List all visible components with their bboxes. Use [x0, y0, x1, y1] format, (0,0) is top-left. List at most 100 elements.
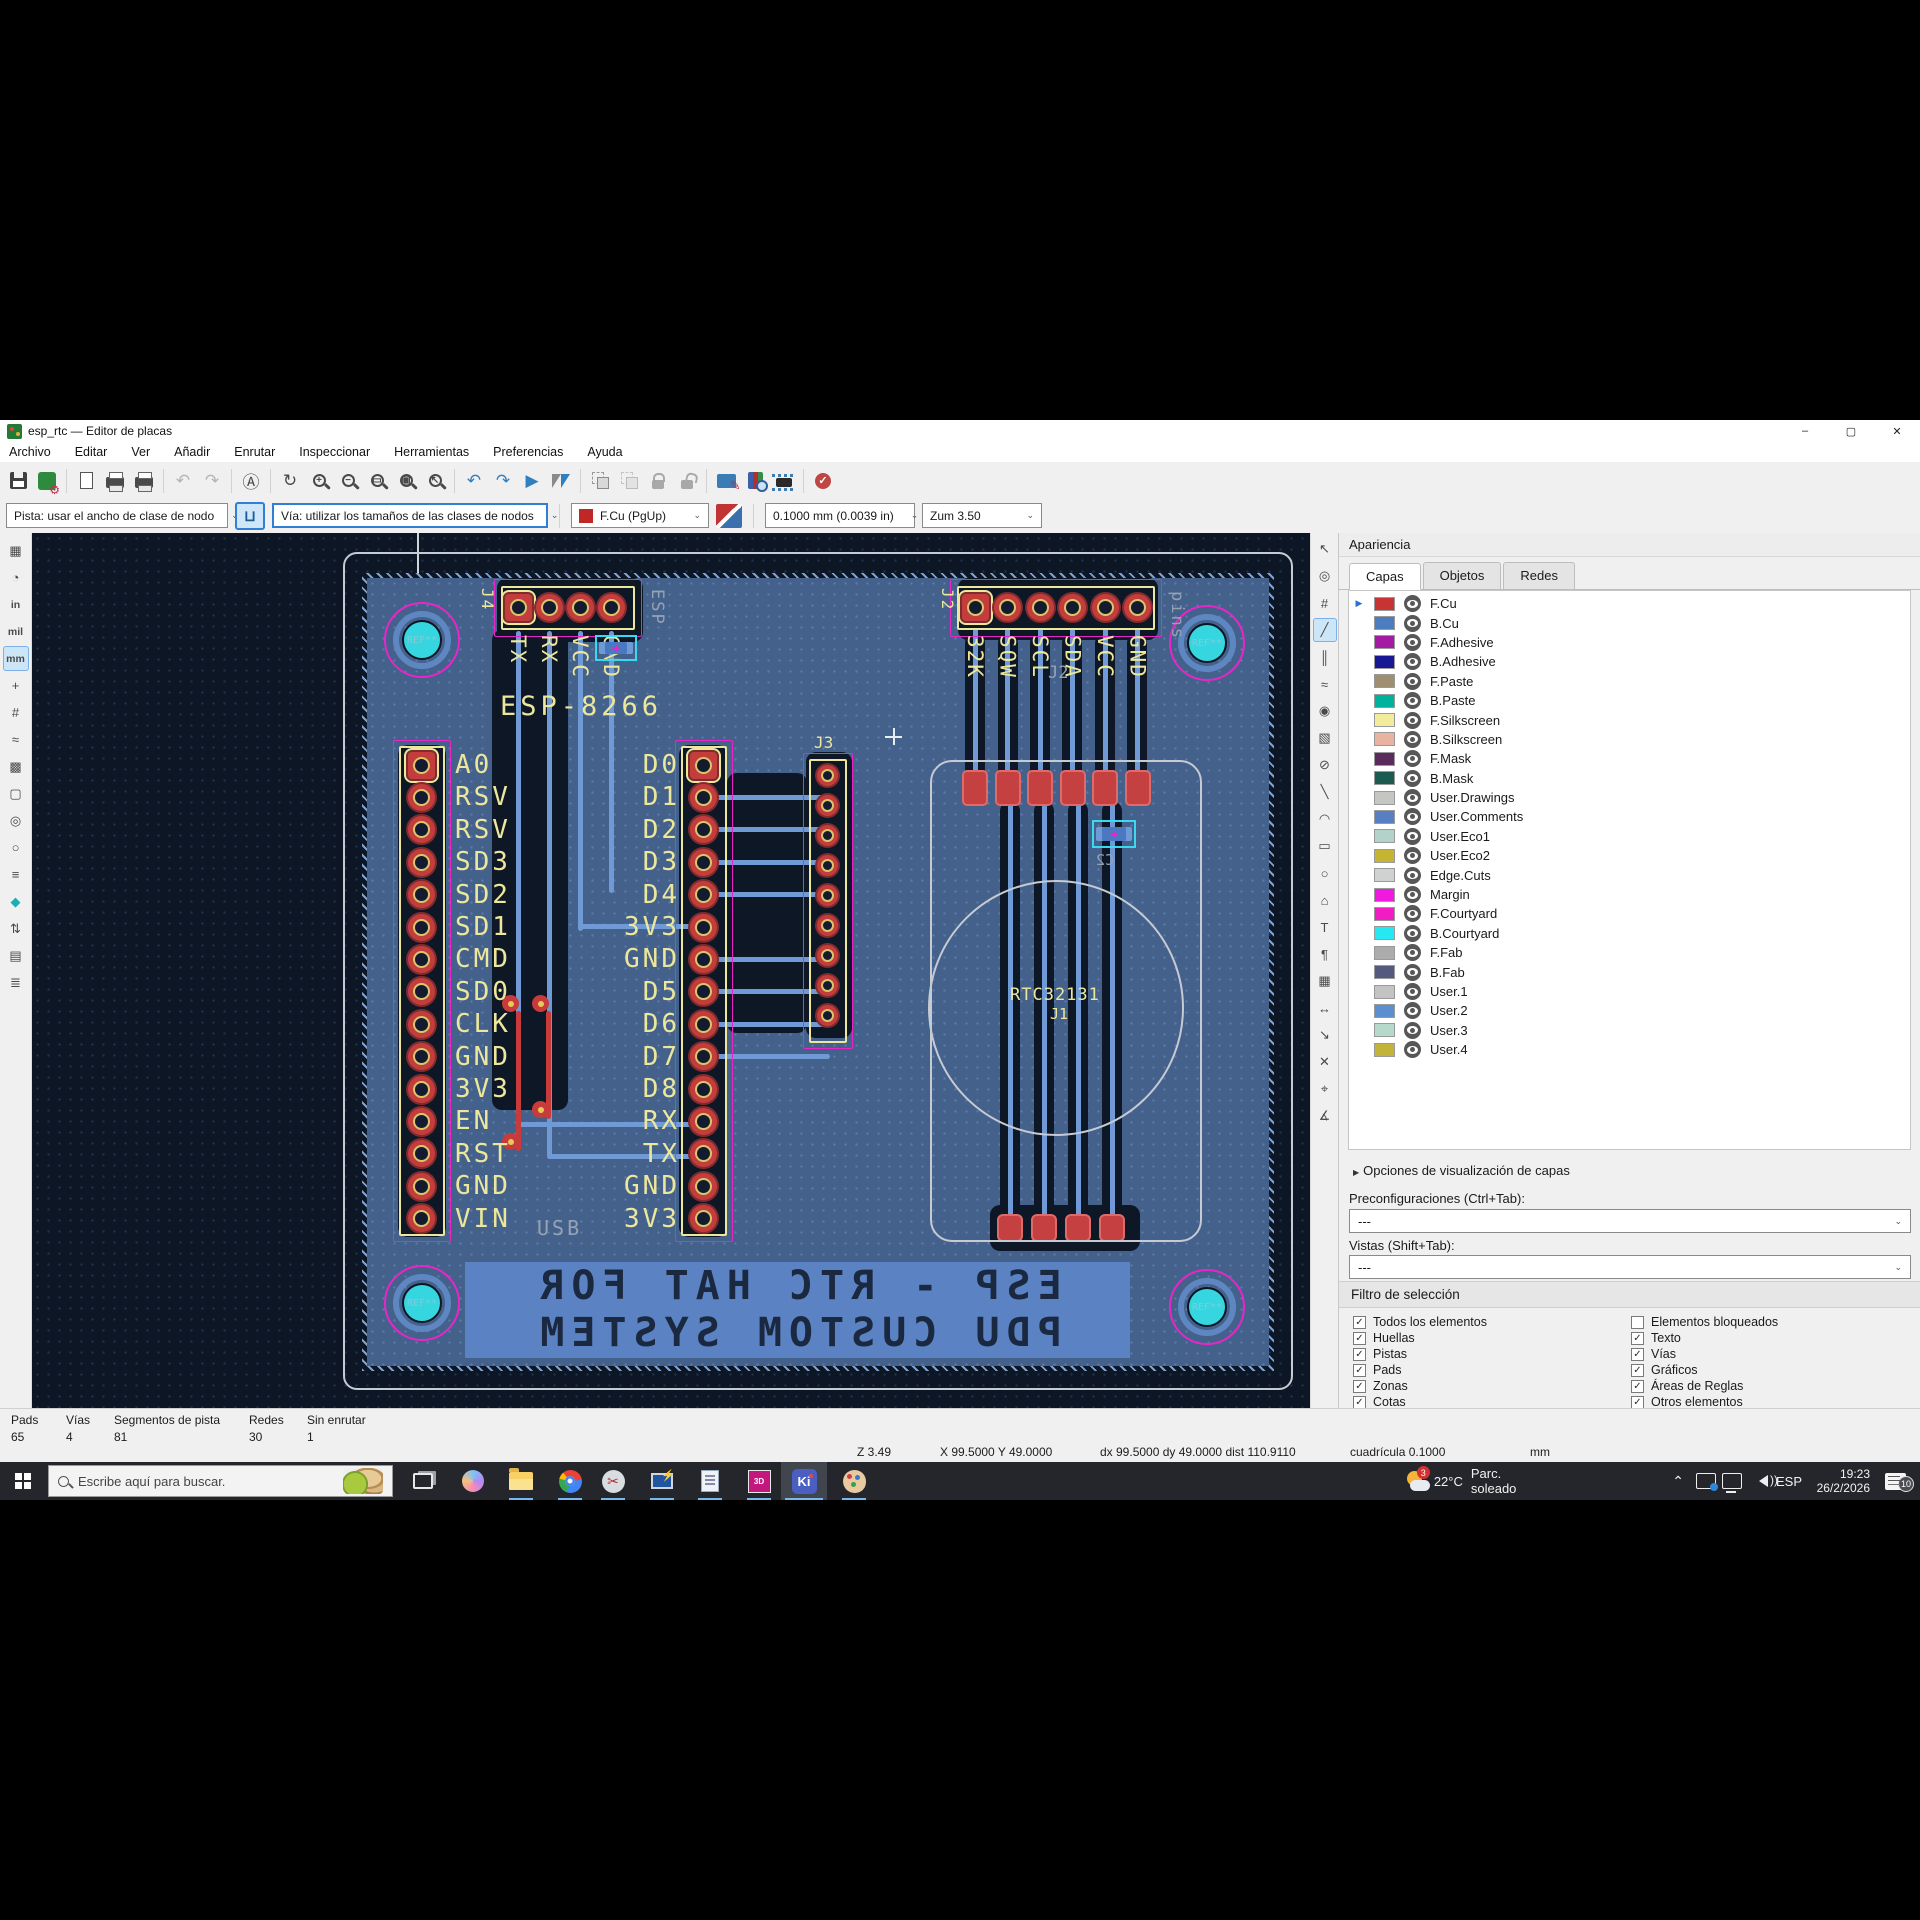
print-button[interactable] — [101, 467, 129, 495]
layer-visibility-eye-icon[interactable] — [1404, 944, 1421, 962]
volume-icon[interactable] — [1753, 1462, 1778, 1500]
layer-row-user.comments[interactable]: User.Comments — [1349, 807, 1910, 826]
pin-pad[interactable] — [689, 1107, 717, 1135]
layer-row-user.eco2[interactable]: User.Eco2 — [1349, 846, 1910, 865]
pin-pad[interactable] — [689, 1140, 717, 1168]
layer-color-swatch[interactable] — [1374, 771, 1395, 786]
filter-item[interactable]: ✓ Pistas — [1353, 1347, 1631, 1362]
layer-visibility-eye-icon[interactable] — [1404, 886, 1421, 904]
rotate-cw-button[interactable]: ↷ — [489, 467, 517, 495]
views-dropdown[interactable]: --- ⌄ — [1349, 1255, 1911, 1279]
draw-circle-button[interactable]: ○ — [1313, 861, 1337, 885]
pin-pad[interactable] — [689, 945, 717, 973]
layer-color-swatch[interactable] — [1374, 674, 1395, 689]
layers-manager-toggle-button[interactable]: ≣ — [3, 970, 29, 995]
zoom-fit-page-button[interactable]: ▭ — [363, 467, 391, 495]
add-dimension-button[interactable]: ↔ — [1313, 996, 1337, 1020]
grid-visibility-button[interactable]: ▦ — [3, 538, 29, 563]
filter-item[interactable]: ✓ Huellas — [1353, 1331, 1631, 1346]
units-inches-button[interactable]: in — [3, 592, 29, 617]
pin-pad[interactable] — [407, 1043, 435, 1071]
layer-row-f.silkscreen[interactable]: F.Silkscreen — [1349, 710, 1910, 729]
layer-visibility-eye-icon[interactable] — [1404, 789, 1421, 807]
network-icon[interactable] — [1722, 1462, 1742, 1500]
local-ratsnest-tool-button[interactable]: # — [1313, 591, 1337, 615]
notification-center[interactable]: 10 — [1885, 1462, 1914, 1500]
tab-redes[interactable]: Redes — [1503, 562, 1575, 589]
weather-widget[interactable]: 3 22°C Parc. soleado — [1406, 1462, 1525, 1500]
silkscreen-text-usb[interactable]: USB — [537, 1216, 582, 1240]
filter-checkbox[interactable]: ✓ — [1631, 1331, 1644, 1345]
layer-visibility-eye-icon[interactable] — [1404, 905, 1421, 923]
active-layer-dropdown[interactable]: F.Cu (PgUp) ⌄ — [571, 503, 709, 528]
layer-visibility-eye-icon[interactable] — [1404, 750, 1421, 768]
find-button[interactable]: Ⓐ — [237, 467, 265, 495]
add-via-button[interactable]: ◉ — [1313, 699, 1337, 723]
filter-checkbox[interactable] — [1631, 1315, 1644, 1329]
cursor-shape-button[interactable]: + — [3, 673, 29, 698]
layer-row-user.4[interactable]: User.4 — [1349, 1040, 1910, 1059]
layer-row-b.adhesive[interactable]: B.Adhesive — [1349, 652, 1910, 671]
layer-visibility-eye-icon[interactable] — [1404, 653, 1421, 671]
pin-pad[interactable] — [689, 1172, 717, 1200]
filter-checkbox[interactable]: ✓ — [1353, 1363, 1366, 1377]
layer-visibility-eye-icon[interactable] — [1404, 672, 1421, 690]
filter-checkbox[interactable]: ✓ — [1631, 1379, 1644, 1393]
layer-row-user.1[interactable]: User.1 — [1349, 982, 1910, 1001]
layer-display-options-link[interactable]: Opciones de visualización de capas — [1353, 1163, 1570, 1178]
menu-enrutar[interactable]: Enrutar — [234, 445, 275, 459]
lock-button[interactable] — [644, 467, 672, 495]
start-button[interactable] — [0, 1462, 46, 1500]
layer-row-edge.cuts[interactable]: Edge.Cuts — [1349, 865, 1910, 884]
footprint-library-browser-button[interactable] — [741, 467, 769, 495]
pin-pad[interactable] — [407, 881, 435, 909]
taskbar-app-chrome[interactable] — [547, 1462, 593, 1500]
via[interactable] — [532, 1101, 549, 1118]
layer-row-f.courtyard[interactable]: F.Courtyard — [1349, 904, 1910, 923]
layer-row-user.drawings[interactable]: User.Drawings — [1349, 788, 1910, 807]
update-pcb-from-schematic-button[interactable] — [712, 467, 741, 495]
layer-color-swatch[interactable] — [1374, 732, 1395, 747]
zoom-out-button[interactable]: − — [334, 467, 362, 495]
via-size-icon[interactable]: ⊔ — [235, 501, 265, 530]
layer-visibility-eye-icon[interactable] — [1404, 924, 1421, 942]
filter-checkbox[interactable]: ✓ — [1631, 1363, 1644, 1377]
filter-item[interactable]: ✓ Gráficos — [1631, 1363, 1909, 1378]
pin-pad[interactable] — [816, 974, 838, 996]
menu-ayuda[interactable]: Ayuda — [587, 445, 622, 459]
pin-pad[interactable] — [689, 783, 717, 811]
pin-pad[interactable] — [407, 945, 435, 973]
layer-row-margin[interactable]: Margin — [1349, 885, 1910, 904]
layer-row-b.courtyard[interactable]: B.Courtyard — [1349, 924, 1910, 943]
close-button[interactable]: ✕ — [1874, 420, 1920, 442]
pin-pad[interactable] — [816, 914, 838, 936]
layer-color-swatch[interactable] — [1374, 906, 1395, 921]
zone-fill-mode-button[interactable]: ▩ — [3, 754, 29, 779]
j3-reference[interactable]: J3 — [814, 733, 833, 752]
pin-pad[interactable] — [816, 1004, 838, 1026]
tray-expand-chevron-icon[interactable]: ⌃ — [1672, 1462, 1684, 1500]
filter-item[interactable]: ✓ Pads — [1353, 1363, 1631, 1378]
filter-checkbox[interactable]: ✓ — [1353, 1379, 1366, 1393]
taskbar-search-input[interactable]: Escribe aquí para buscar. — [48, 1465, 393, 1497]
language-indicator[interactable]: ESP — [1776, 1462, 1802, 1500]
layer-visibility-eye-icon[interactable] — [1404, 866, 1421, 884]
pin-pad[interactable] — [407, 978, 435, 1006]
layer-visibility-eye-icon[interactable] — [1404, 595, 1421, 613]
add-text-box-button[interactable]: ¶ — [1313, 942, 1337, 966]
taskbar-app-kicad[interactable]: Ki — [781, 1462, 827, 1500]
layer-row-f.fab[interactable]: F.Fab — [1349, 943, 1910, 962]
draw-line-button[interactable]: ╲ — [1313, 780, 1337, 804]
layer-row-b.mask[interactable]: B.Mask — [1349, 769, 1910, 788]
menu-inspeccionar[interactable]: Inspeccionar — [299, 445, 370, 459]
layer-color-swatch[interactable] — [1374, 713, 1395, 728]
clock[interactable]: 19:23 26/2/2026 — [1817, 1462, 1870, 1500]
layer-color-swatch[interactable] — [1374, 790, 1395, 805]
route-differential-pairs-button[interactable]: ║ — [1313, 645, 1337, 669]
pin-pad[interactable] — [994, 593, 1021, 621]
layer-color-swatch[interactable] — [1374, 926, 1395, 941]
tab-capas[interactable]: Capas — [1349, 563, 1421, 590]
pin-pad[interactable] — [1026, 593, 1054, 621]
pin-pad[interactable] — [689, 1043, 717, 1071]
pin-pad[interactable] — [407, 1205, 435, 1233]
